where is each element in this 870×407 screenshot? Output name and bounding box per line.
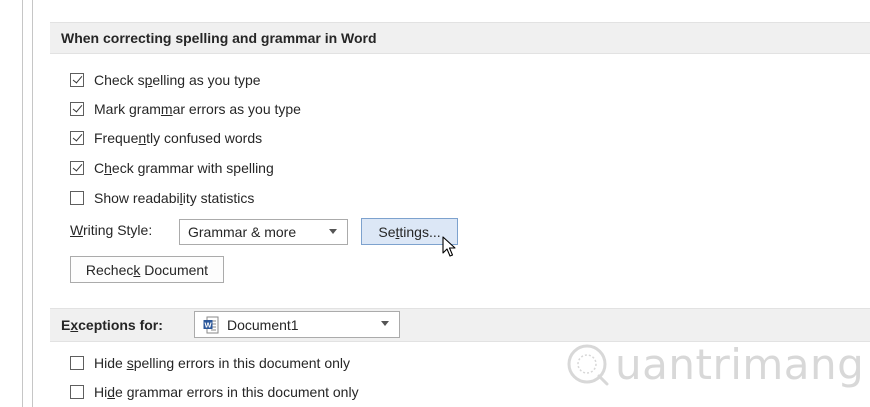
writing-style-dropdown[interactable]: Grammar & more xyxy=(179,219,348,245)
mark-grammar-label: Mark grammar errors as you type xyxy=(94,101,301,117)
writing-style-label: Writing Style: xyxy=(70,222,153,238)
hide-spelling-label: Hide spelling errors in this document on… xyxy=(94,355,351,371)
readability-option[interactable]: Show readability statistics xyxy=(70,188,254,208)
confused-words-label: Frequently confused words xyxy=(94,130,263,146)
settings-button-label: Settings... xyxy=(378,223,441,240)
readability-checkbox[interactable] xyxy=(70,191,84,205)
svg-text:W: W xyxy=(204,320,212,329)
watermark-text: uantrimang xyxy=(615,340,865,389)
chevron-down-icon xyxy=(329,229,337,234)
grammar-with-spelling-option[interactable]: Check grammar with spelling xyxy=(70,158,274,178)
confused-words-option[interactable]: Frequently confused words xyxy=(70,128,262,148)
mouse-cursor-icon xyxy=(442,236,456,257)
exceptions-label: Exceptions for: xyxy=(61,317,163,333)
recheck-document-button[interactable]: Recheck Document xyxy=(70,256,224,283)
left-border-inner xyxy=(32,0,33,407)
hide-spelling-checkbox[interactable] xyxy=(70,356,84,370)
hide-grammar-checkbox[interactable] xyxy=(70,385,84,399)
spelling-section-header: When correcting spelling and grammar in … xyxy=(50,22,870,54)
q-logo-icon xyxy=(567,344,609,385)
hide-grammar-label: Hide grammar errors in this document onl… xyxy=(94,384,359,400)
recheck-document-label: Recheck Document xyxy=(85,261,209,278)
check-spelling-label: Check spelling as you type xyxy=(94,72,261,88)
exceptions-section-header: Exceptions for: xyxy=(50,308,870,342)
check-spelling-option[interactable]: Check spelling as you type xyxy=(70,70,261,90)
mark-grammar-checkbox[interactable] xyxy=(70,102,84,116)
mark-grammar-option[interactable]: Mark grammar errors as you type xyxy=(70,99,301,119)
word-document-icon: W xyxy=(203,316,219,334)
chevron-down-icon xyxy=(381,321,389,326)
watermark: uantrimang xyxy=(565,340,864,389)
hide-spelling-option[interactable]: Hide spelling errors in this document on… xyxy=(70,353,350,373)
confused-words-checkbox[interactable] xyxy=(70,131,84,145)
grammar-with-spelling-label: Check grammar with spelling xyxy=(94,160,274,176)
hide-grammar-option[interactable]: Hide grammar errors in this document onl… xyxy=(70,382,359,402)
exceptions-document-value: Document1 xyxy=(227,316,299,333)
spelling-section-title: When correcting spelling and grammar in … xyxy=(61,30,377,46)
writing-style-value: Grammar & more xyxy=(188,224,297,240)
check-spelling-checkbox[interactable] xyxy=(70,73,84,87)
grammar-with-spelling-checkbox[interactable] xyxy=(70,161,84,175)
readability-label: Show readability statistics xyxy=(94,190,255,206)
exceptions-document-dropdown[interactable]: W Document1 xyxy=(194,311,400,338)
left-border xyxy=(22,0,23,407)
